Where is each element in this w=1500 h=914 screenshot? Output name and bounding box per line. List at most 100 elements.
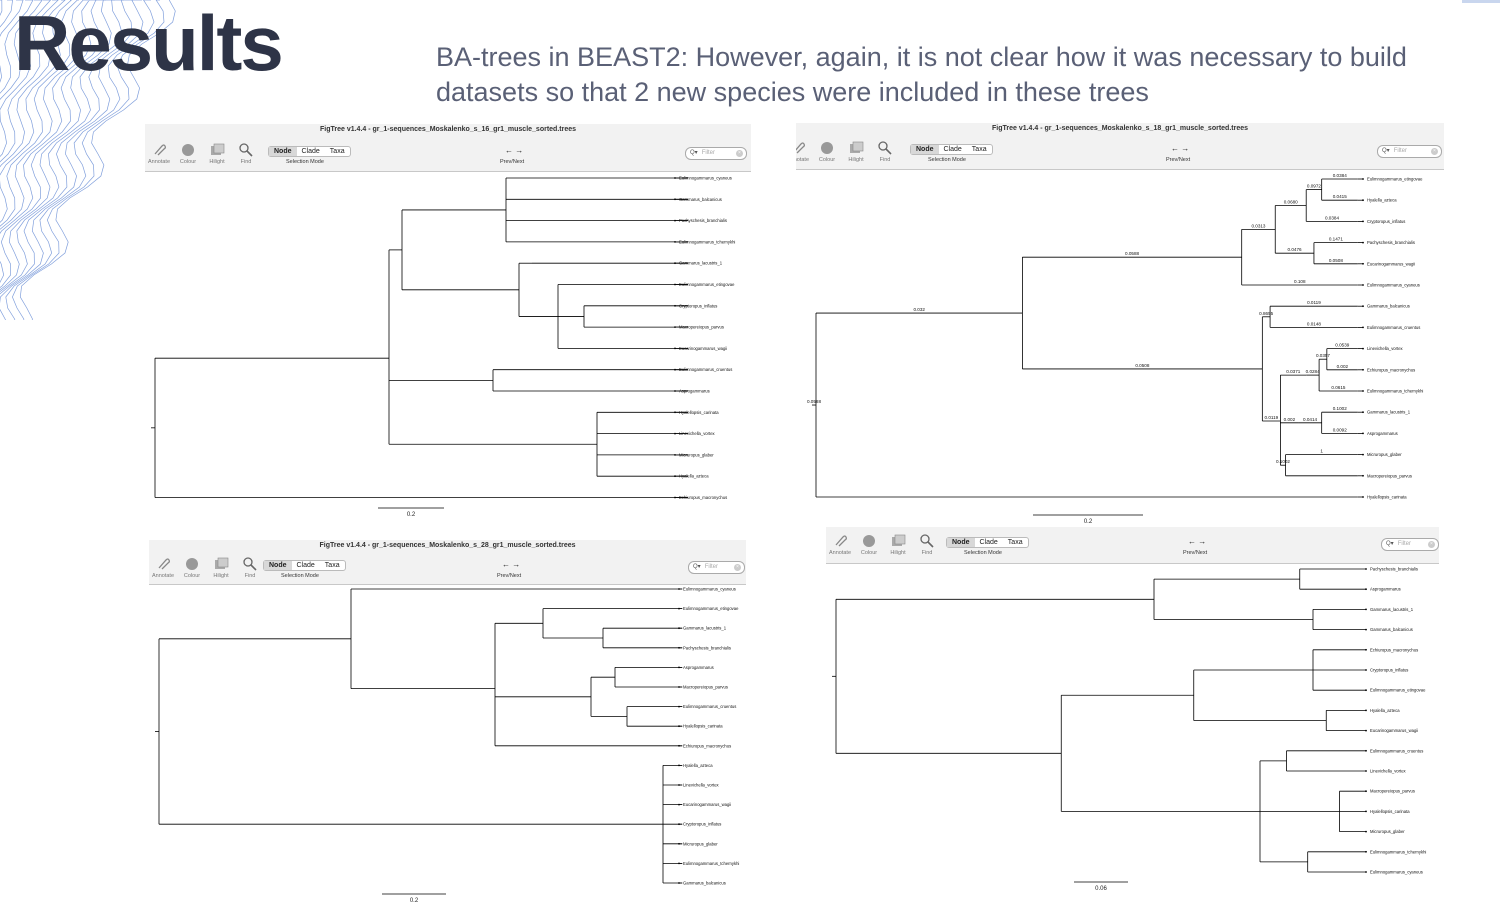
colour-button[interactable]: Colour	[178, 556, 206, 579]
taxon-label: Cryptoropus_inflatus	[679, 303, 717, 308]
branch-length-label: 0.1002	[1333, 406, 1347, 411]
magnifier-icon	[239, 143, 253, 157]
scale-bar-label: 0.2	[1084, 519, 1093, 525]
hilight-button[interactable]: Hilight	[884, 533, 912, 556]
annotate-button[interactable]: Annotate	[826, 533, 854, 556]
filter-search-input[interactable]: Q▾ Filter ×	[1377, 145, 1442, 158]
mode-node-button[interactable]: Node	[264, 561, 292, 570]
annotate-button[interactable]: Annotate	[145, 142, 173, 165]
branch-length-label: 0.0615	[1331, 385, 1345, 390]
annotate-button[interactable]: Annotate	[796, 140, 812, 163]
mode-taxa-button[interactable]: Taxa	[967, 145, 992, 154]
taxon-label: Gammarus_lacustris_1	[683, 626, 727, 631]
mode-taxa-button[interactable]: Taxa	[1003, 538, 1028, 547]
mode-clade-button[interactable]: Clade	[292, 561, 320, 570]
tool-label: Hilight	[213, 573, 229, 579]
taxon-label: Linevichella_vortex	[683, 783, 720, 788]
tool-label: Annotate	[151, 573, 175, 579]
clear-icon[interactable]: ×	[1428, 541, 1435, 548]
taxon-label: Echiuropus_macronychus	[1367, 367, 1415, 372]
mode-node-button[interactable]: Node	[269, 147, 297, 156]
prev-next-arrows[interactable]: ← →	[1188, 537, 1206, 546]
branch-length-label: 0.8655	[1259, 311, 1273, 316]
filter-search-input[interactable]: Q▾ Filter ×	[685, 147, 747, 160]
clear-icon[interactable]: ×	[1431, 148, 1438, 155]
magnifier-icon	[920, 534, 934, 548]
tip-marker	[1365, 669, 1367, 671]
filter-search-input[interactable]: Q▾ Filter ×	[688, 561, 745, 574]
clear-icon[interactable]: ×	[736, 150, 743, 157]
find-button[interactable]: Find	[236, 556, 264, 579]
taxon-label: Gammarus_balcanicus	[1367, 304, 1410, 309]
taxon-label: Eulimnogammarus_cruentus	[679, 367, 732, 372]
taxon-label: Hyalellopsis_carinata	[1370, 809, 1410, 814]
tip-marker	[1365, 871, 1367, 873]
taxon-label: Hyalellopsis_carinata	[679, 410, 719, 415]
taxon-label: Macropereiopus_parvus	[683, 685, 728, 690]
prev-next-arrows[interactable]: ← →	[1171, 144, 1189, 153]
tool-label: Hilight	[890, 550, 906, 556]
branch-length-label: 0.0476	[1288, 247, 1302, 252]
mode-clade-button[interactable]: Clade	[297, 147, 325, 156]
search-icon: Q▾	[690, 150, 698, 156]
find-button[interactable]: Find	[871, 140, 899, 163]
prev-next-arrows[interactable]: ← →	[502, 560, 520, 569]
tip-marker	[1365, 608, 1367, 611]
hilight-button[interactable]: Hilight	[207, 556, 235, 579]
tip-marker	[1365, 749, 1367, 752]
colour-circle-icon	[182, 144, 194, 156]
mode-taxa-button[interactable]: Taxa	[320, 561, 345, 570]
taxon-label: Linevichella_vortex	[1367, 346, 1404, 351]
taxon-label: Macropereiopus_parvus	[1370, 789, 1415, 794]
mode-node-button[interactable]: Node	[947, 538, 975, 547]
scale-bar-label: 0.2	[407, 512, 416, 518]
colour-circle-icon	[863, 535, 875, 547]
mode-node-button[interactable]: Node	[911, 145, 939, 154]
colour-button[interactable]: Colour	[855, 533, 883, 556]
taxon-label: Eulimnogammarus_cruentus	[1367, 325, 1420, 330]
branch-length-label: 0.0588	[1125, 251, 1139, 256]
taxon-label: Gammarus_lacustris_1	[679, 261, 723, 266]
magnifier-icon	[243, 557, 257, 571]
hilight-button[interactable]: Hilight	[842, 140, 870, 163]
taxon-label: Asprogammarus	[683, 665, 714, 670]
phylogenetic-tree: Pachyschesis_branchialis Asprogammarus Gam…	[832, 567, 1426, 892]
taxon-label: Eulimnogammarus_etingovae	[1367, 177, 1423, 182]
paperclip-icon	[796, 142, 805, 154]
taxon-label: Eucarinogammarus_wagii	[1367, 261, 1415, 266]
magnifier-icon	[878, 141, 892, 155]
taxon-label: Eulimnogammarus_cyaneus	[1367, 283, 1420, 288]
find-button[interactable]: Find	[232, 142, 260, 165]
clear-icon[interactable]: ×	[734, 564, 741, 571]
tip-marker	[1365, 729, 1367, 732]
taxon-label: Macropereiopus_parvus	[679, 325, 724, 330]
branch-length-label: 0.0148	[1307, 321, 1321, 326]
tool-label: Colour	[818, 157, 836, 163]
prev-next-arrows[interactable]: ← →	[505, 146, 523, 155]
hilight-button[interactable]: Hilight	[203, 142, 231, 165]
taxon-label: Eulimnogammarus_tchernykhi	[683, 861, 739, 866]
find-button[interactable]: Find	[913, 533, 941, 556]
annotate-button[interactable]: Annotate	[149, 556, 177, 579]
colour-button[interactable]: Colour	[174, 142, 202, 165]
search-icon: Q▾	[693, 564, 701, 570]
mode-clade-button[interactable]: Clade	[939, 145, 967, 154]
prev-next-label: Prev/Next	[1166, 157, 1191, 163]
filter-search-input[interactable]: Q▾ Filter ×	[1381, 538, 1439, 551]
prev-next-label: Prev/Next	[497, 573, 522, 579]
mode-clade-button[interactable]: Clade	[975, 538, 1003, 547]
colour-button[interactable]: Colour	[813, 140, 841, 163]
tip-marker	[1365, 830, 1367, 833]
taxon-label: Micruropus_glaber	[1367, 452, 1402, 457]
tip-marker	[1365, 810, 1367, 813]
tool-label: Hilight	[848, 157, 864, 163]
taxon-label: Cryptoropus_inflatus	[1370, 668, 1408, 673]
taxon-label: Echiuropus_macronychus	[683, 743, 731, 748]
paperclip-icon	[158, 558, 170, 570]
taxon-label: Eulimnogammarus_etingovae	[683, 606, 739, 611]
taxon-label: Eulimnogammarus_tchernykhi	[1367, 389, 1423, 394]
branch-length-label: 0.0119	[1307, 300, 1321, 305]
corner-accent	[1462, 0, 1500, 3]
mode-taxa-button[interactable]: Taxa	[325, 147, 350, 156]
toolbar: FigTree v1.4.4 - gr_1-sequences_Moskalen…	[149, 540, 746, 585]
